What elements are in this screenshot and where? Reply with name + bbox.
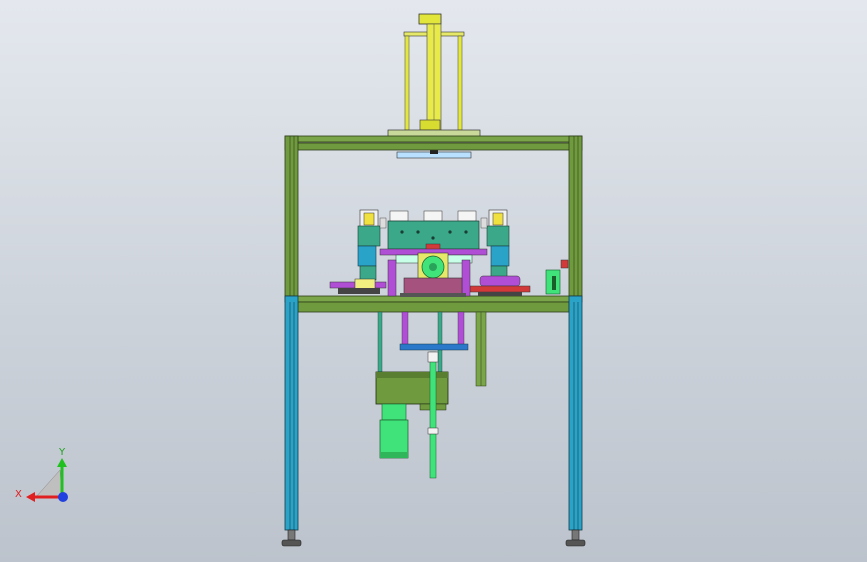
x-axis-label: X xyxy=(15,489,22,500)
base-block xyxy=(403,277,463,295)
lower-drive-assembly[interactable] xyxy=(375,311,487,479)
y-axis-label: Y xyxy=(58,447,66,458)
drive-shaft xyxy=(429,351,437,479)
right-clamp-block xyxy=(486,225,510,247)
axis-triad: Y X xyxy=(15,447,68,502)
leg-left xyxy=(284,295,299,531)
upper-post-left xyxy=(284,135,299,297)
y-axis-arrow-icon xyxy=(57,458,67,467)
table-beam-lower xyxy=(297,301,570,313)
cylinder-cap xyxy=(418,13,442,25)
top-beam-upper xyxy=(284,135,583,143)
z-axis-dot-icon xyxy=(58,492,68,502)
upper-post-right xyxy=(568,135,583,297)
lift-plate xyxy=(399,343,469,351)
triad-plane xyxy=(35,469,63,498)
fixture-assembly[interactable] xyxy=(329,209,561,297)
foot-right xyxy=(565,539,586,547)
left-clamp-block xyxy=(357,225,381,247)
cad-viewport[interactable]: Y X xyxy=(0,0,867,562)
guide-rod-left xyxy=(404,35,410,131)
leg-right xyxy=(568,295,583,531)
machine-assembly-front-view[interactable]: Y X xyxy=(0,0,867,562)
cylinder-base xyxy=(419,119,441,131)
x-axis-arrow-icon xyxy=(26,492,35,502)
main-frame[interactable] xyxy=(281,135,586,547)
right-arm xyxy=(479,275,521,287)
top-beam-lower xyxy=(284,142,583,151)
foot-left xyxy=(281,539,302,547)
guide-rod-right xyxy=(457,35,463,131)
